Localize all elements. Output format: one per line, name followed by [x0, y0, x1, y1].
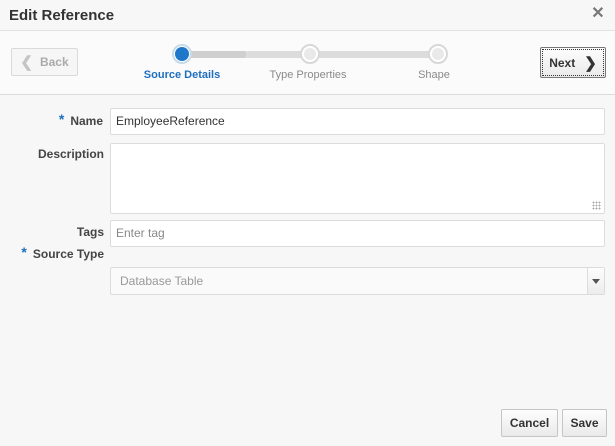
name-label: * Name — [58, 111, 103, 128]
next-button-label: Next — [549, 55, 576, 70]
tags-placeholder: Enter tag — [116, 226, 165, 240]
name-input[interactable]: EmployeeReference — [110, 108, 605, 135]
step-type-properties-stop[interactable] — [300, 44, 320, 64]
dialog-titlebar: Edit Reference ✕ — [0, 0, 615, 31]
step-source-details-stop[interactable] — [172, 44, 192, 64]
close-icon[interactable]: ✕ — [591, 6, 605, 22]
train-connector — [318, 51, 430, 58]
train-navigation: ❮ Back Source Details Type Properties Sh… — [0, 31, 615, 95]
source-type-label: * Source Type — [21, 244, 104, 261]
tags-label: Tags — [76, 225, 104, 239]
description-textarea[interactable] — [110, 143, 605, 214]
source-type-select[interactable]: Database Table — [110, 267, 605, 295]
reference-form: * Name EmployeeReference Description Tags… — [0, 96, 615, 396]
step-source-details-label[interactable]: Source Details — [144, 69, 220, 81]
save-button[interactable]: Save — [562, 409, 607, 437]
tags-input[interactable]: Enter tag — [110, 220, 605, 247]
source-type-value: Database Table — [120, 274, 204, 288]
step-shape-stop[interactable] — [428, 44, 448, 64]
chevron-down-icon[interactable] — [587, 268, 604, 294]
step-shape-label[interactable]: Shape — [418, 69, 450, 81]
required-indicator: * — [21, 244, 27, 260]
train-connector-done — [190, 51, 246, 58]
step-type-properties-label[interactable]: Type Properties — [269, 69, 346, 81]
resize-handle-icon[interactable] — [592, 201, 601, 210]
train-connector — [246, 51, 302, 58]
next-button[interactable]: Next ❯ — [540, 47, 606, 78]
chevron-right-icon: ❯ — [584, 54, 597, 72]
description-label: Description — [37, 147, 104, 161]
step-train: Source Details Type Properties Shape — [0, 31, 615, 95]
dialog-title: Edit Reference — [9, 7, 115, 24]
cancel-button[interactable]: Cancel — [501, 409, 558, 437]
required-indicator: * — [58, 111, 65, 127]
